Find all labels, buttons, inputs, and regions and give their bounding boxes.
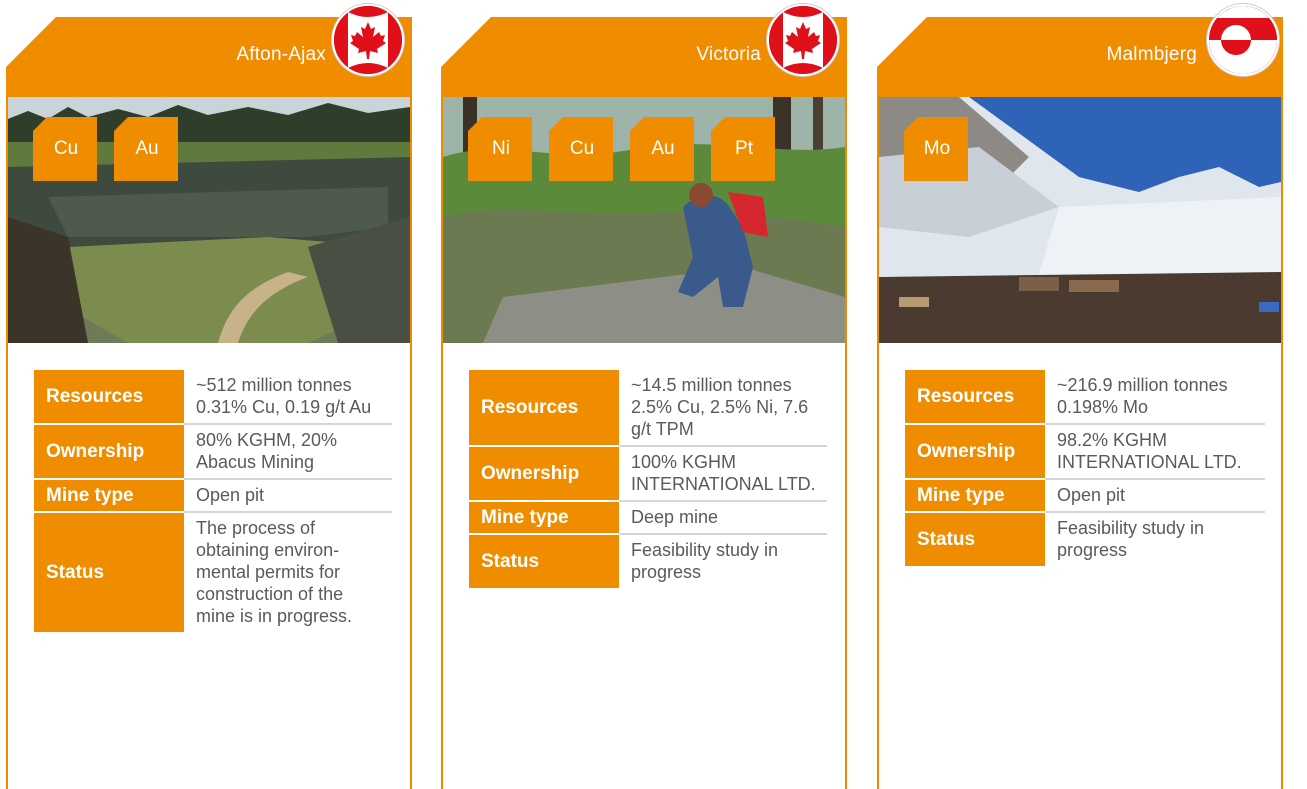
row-label-ownership: Ownership (469, 446, 619, 502)
metal-tag: Cu (549, 117, 613, 181)
row-label-ownership: Ownership (905, 424, 1045, 480)
table-row: Status Feasibility study in progress (905, 512, 1265, 566)
table-row: Resources ~14.5 million tonnes 2.5% Cu, … (469, 370, 827, 447)
greenland-flag-icon (1207, 4, 1279, 76)
row-value-ownership: 80% KGHM, 20% Abacus Mining (184, 424, 392, 480)
table-row: Mine type Open pit (905, 479, 1265, 513)
row-label-ownership: Ownership (34, 424, 184, 480)
table-row: Status The process of obtaining environ-… (34, 512, 392, 632)
row-label-resources: Resources (905, 370, 1045, 425)
table-row: Status Feasibility study in progress (469, 534, 827, 588)
row-label-mine-type: Mine type (469, 501, 619, 535)
row-value-mine-type: Open pit (184, 479, 392, 513)
metal-tag: Cu (33, 117, 97, 181)
row-value-ownership: 98.2% KGHM INTERNATIONAL LTD. (1045, 424, 1265, 480)
project-title: Afton-Ajax (236, 44, 326, 65)
table-row: Resources ~216.9 million tonnes 0.198% M… (905, 370, 1265, 425)
row-label-mine-type: Mine type (905, 479, 1045, 513)
metal-tag: Au (630, 117, 694, 181)
table-row: Mine type Deep mine (469, 501, 827, 535)
row-value-status: Feasibility study in progress (1045, 512, 1265, 566)
table-row: Ownership 100% KGHM INTERNATIONAL LTD. (469, 446, 827, 502)
row-value-ownership: 100% KGHM INTERNATIONAL LTD. (619, 446, 827, 502)
project-title: Victoria (696, 44, 761, 65)
project-card-malmbjerg: Malmbjerg Mo Resources ~216.9 million to… (877, 0, 1285, 789)
project-info-table: Resources ~14.5 million tonnes 2.5% Cu, … (469, 370, 827, 588)
row-value-resources: ~512 million tonnes 0.31% Cu, 0.19 g/t A… (184, 370, 392, 425)
metal-tag: Au (114, 117, 178, 181)
project-title: Malmbjerg (1106, 44, 1197, 65)
metal-tag: Ni (468, 117, 532, 181)
canada-flag-icon (767, 4, 839, 76)
row-label-resources: Resources (469, 370, 619, 447)
project-info-table: Resources ~512 million tonnes 0.31% Cu, … (34, 370, 392, 632)
row-value-mine-type: Deep mine (619, 501, 827, 535)
project-card-afton-ajax: Afton-Ajax Cu Au Resources ~512 million … (6, 0, 414, 789)
row-value-resources: ~216.9 million tonnes 0.198% Mo (1045, 370, 1265, 425)
metal-tag: Pt (711, 117, 775, 181)
row-value-status: Feasibility study in progress (619, 534, 827, 588)
metal-tag: Mo (904, 117, 968, 181)
row-label-resources: Resources (34, 370, 184, 425)
canada-flag-icon (332, 4, 404, 76)
row-label-status: Status (469, 534, 619, 588)
table-row: Mine type Open pit (34, 479, 392, 513)
row-label-status: Status (905, 512, 1045, 566)
row-label-status: Status (34, 512, 184, 632)
row-label-mine-type: Mine type (34, 479, 184, 513)
table-row: Resources ~512 million tonnes 0.31% Cu, … (34, 370, 392, 425)
row-value-status: The process of obtaining environ-mental … (184, 512, 392, 632)
table-row: Ownership 98.2% KGHM INTERNATIONAL LTD. (905, 424, 1265, 480)
project-info-table: Resources ~216.9 million tonnes 0.198% M… (905, 370, 1265, 566)
table-row: Ownership 80% KGHM, 20% Abacus Mining (34, 424, 392, 480)
row-value-mine-type: Open pit (1045, 479, 1265, 513)
row-value-resources: ~14.5 million tonnes 2.5% Cu, 2.5% Ni, 7… (619, 370, 827, 447)
project-card-victoria: Victoria Ni Cu Au Pt Resources ~14.5 mil… (441, 0, 849, 789)
